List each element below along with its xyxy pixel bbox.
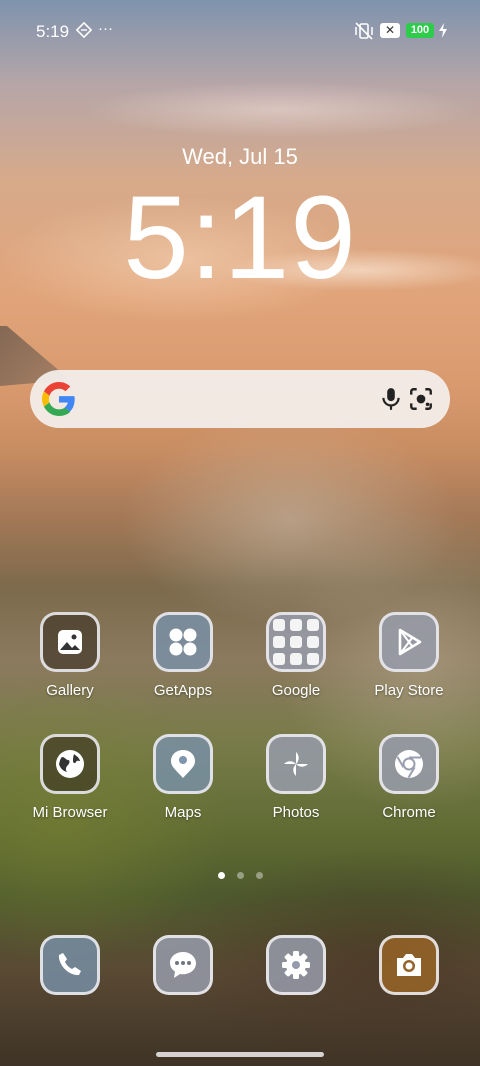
camera-icon bbox=[379, 935, 439, 995]
getapps-icon bbox=[153, 612, 213, 672]
status-time: 5:19 bbox=[36, 22, 70, 41]
battery-indicator: 100 bbox=[406, 23, 434, 38]
phone-icon bbox=[40, 935, 100, 995]
data-saver-icon bbox=[75, 21, 93, 42]
google-g-icon bbox=[42, 382, 75, 416]
google-folder-icon bbox=[266, 612, 326, 672]
messages-icon bbox=[153, 935, 213, 995]
app-photos[interactable]: Photos bbox=[241, 734, 351, 821]
app-label: Chrome bbox=[382, 804, 436, 821]
google-lens-icon[interactable] bbox=[408, 386, 434, 412]
date-widget[interactable]: Wed, Jul 15 bbox=[0, 144, 480, 170]
voice-search-icon[interactable] bbox=[378, 386, 404, 412]
app-label: Mi Browser bbox=[32, 804, 108, 821]
status-bar: 5:19 ··· ✕ 100 bbox=[0, 0, 480, 62]
page-dot-2[interactable] bbox=[236, 872, 244, 879]
dock-settings[interactable] bbox=[241, 935, 351, 995]
app-mi-browser[interactable]: Mi Browser bbox=[15, 734, 125, 821]
google-search-bar[interactable] bbox=[30, 370, 450, 428]
photos-icon bbox=[266, 734, 326, 794]
gesture-navigation-bar[interactable] bbox=[156, 1052, 324, 1057]
settings-icon bbox=[266, 935, 326, 995]
app-play-store[interactable]: Play Store bbox=[354, 612, 464, 699]
app-google-folder[interactable]: Google bbox=[241, 612, 351, 699]
dock-phone[interactable] bbox=[15, 935, 125, 995]
page-indicator[interactable] bbox=[0, 866, 480, 884]
app-label: GetApps bbox=[153, 682, 213, 699]
vibrate-off-icon bbox=[354, 22, 374, 44]
app-gallery[interactable]: Gallery bbox=[15, 612, 125, 699]
play-store-icon bbox=[379, 612, 439, 672]
app-label: Maps bbox=[164, 804, 202, 821]
more-notifications-icon: ··· bbox=[98, 20, 113, 37]
app-label: Google bbox=[271, 682, 321, 699]
page-dot-1[interactable] bbox=[217, 872, 225, 879]
gallery-icon bbox=[40, 612, 100, 672]
page-dot-3[interactable] bbox=[255, 872, 263, 879]
app-label: Gallery bbox=[46, 682, 94, 699]
dock-messages[interactable] bbox=[128, 935, 238, 995]
chrome-icon bbox=[379, 734, 439, 794]
globe-icon bbox=[40, 734, 100, 794]
app-getapps[interactable]: GetApps bbox=[128, 612, 238, 699]
app-chrome[interactable]: Chrome bbox=[354, 734, 464, 821]
app-label: Photos bbox=[272, 804, 320, 821]
maps-icon bbox=[153, 734, 213, 794]
app-label: Play Store bbox=[374, 682, 444, 699]
clock-widget[interactable]: 5:19 bbox=[0, 170, 480, 306]
no-sim-icon: ✕ bbox=[380, 23, 400, 38]
app-maps[interactable]: Maps bbox=[128, 734, 238, 821]
charging-icon bbox=[438, 23, 448, 42]
dock-camera[interactable] bbox=[354, 935, 464, 995]
